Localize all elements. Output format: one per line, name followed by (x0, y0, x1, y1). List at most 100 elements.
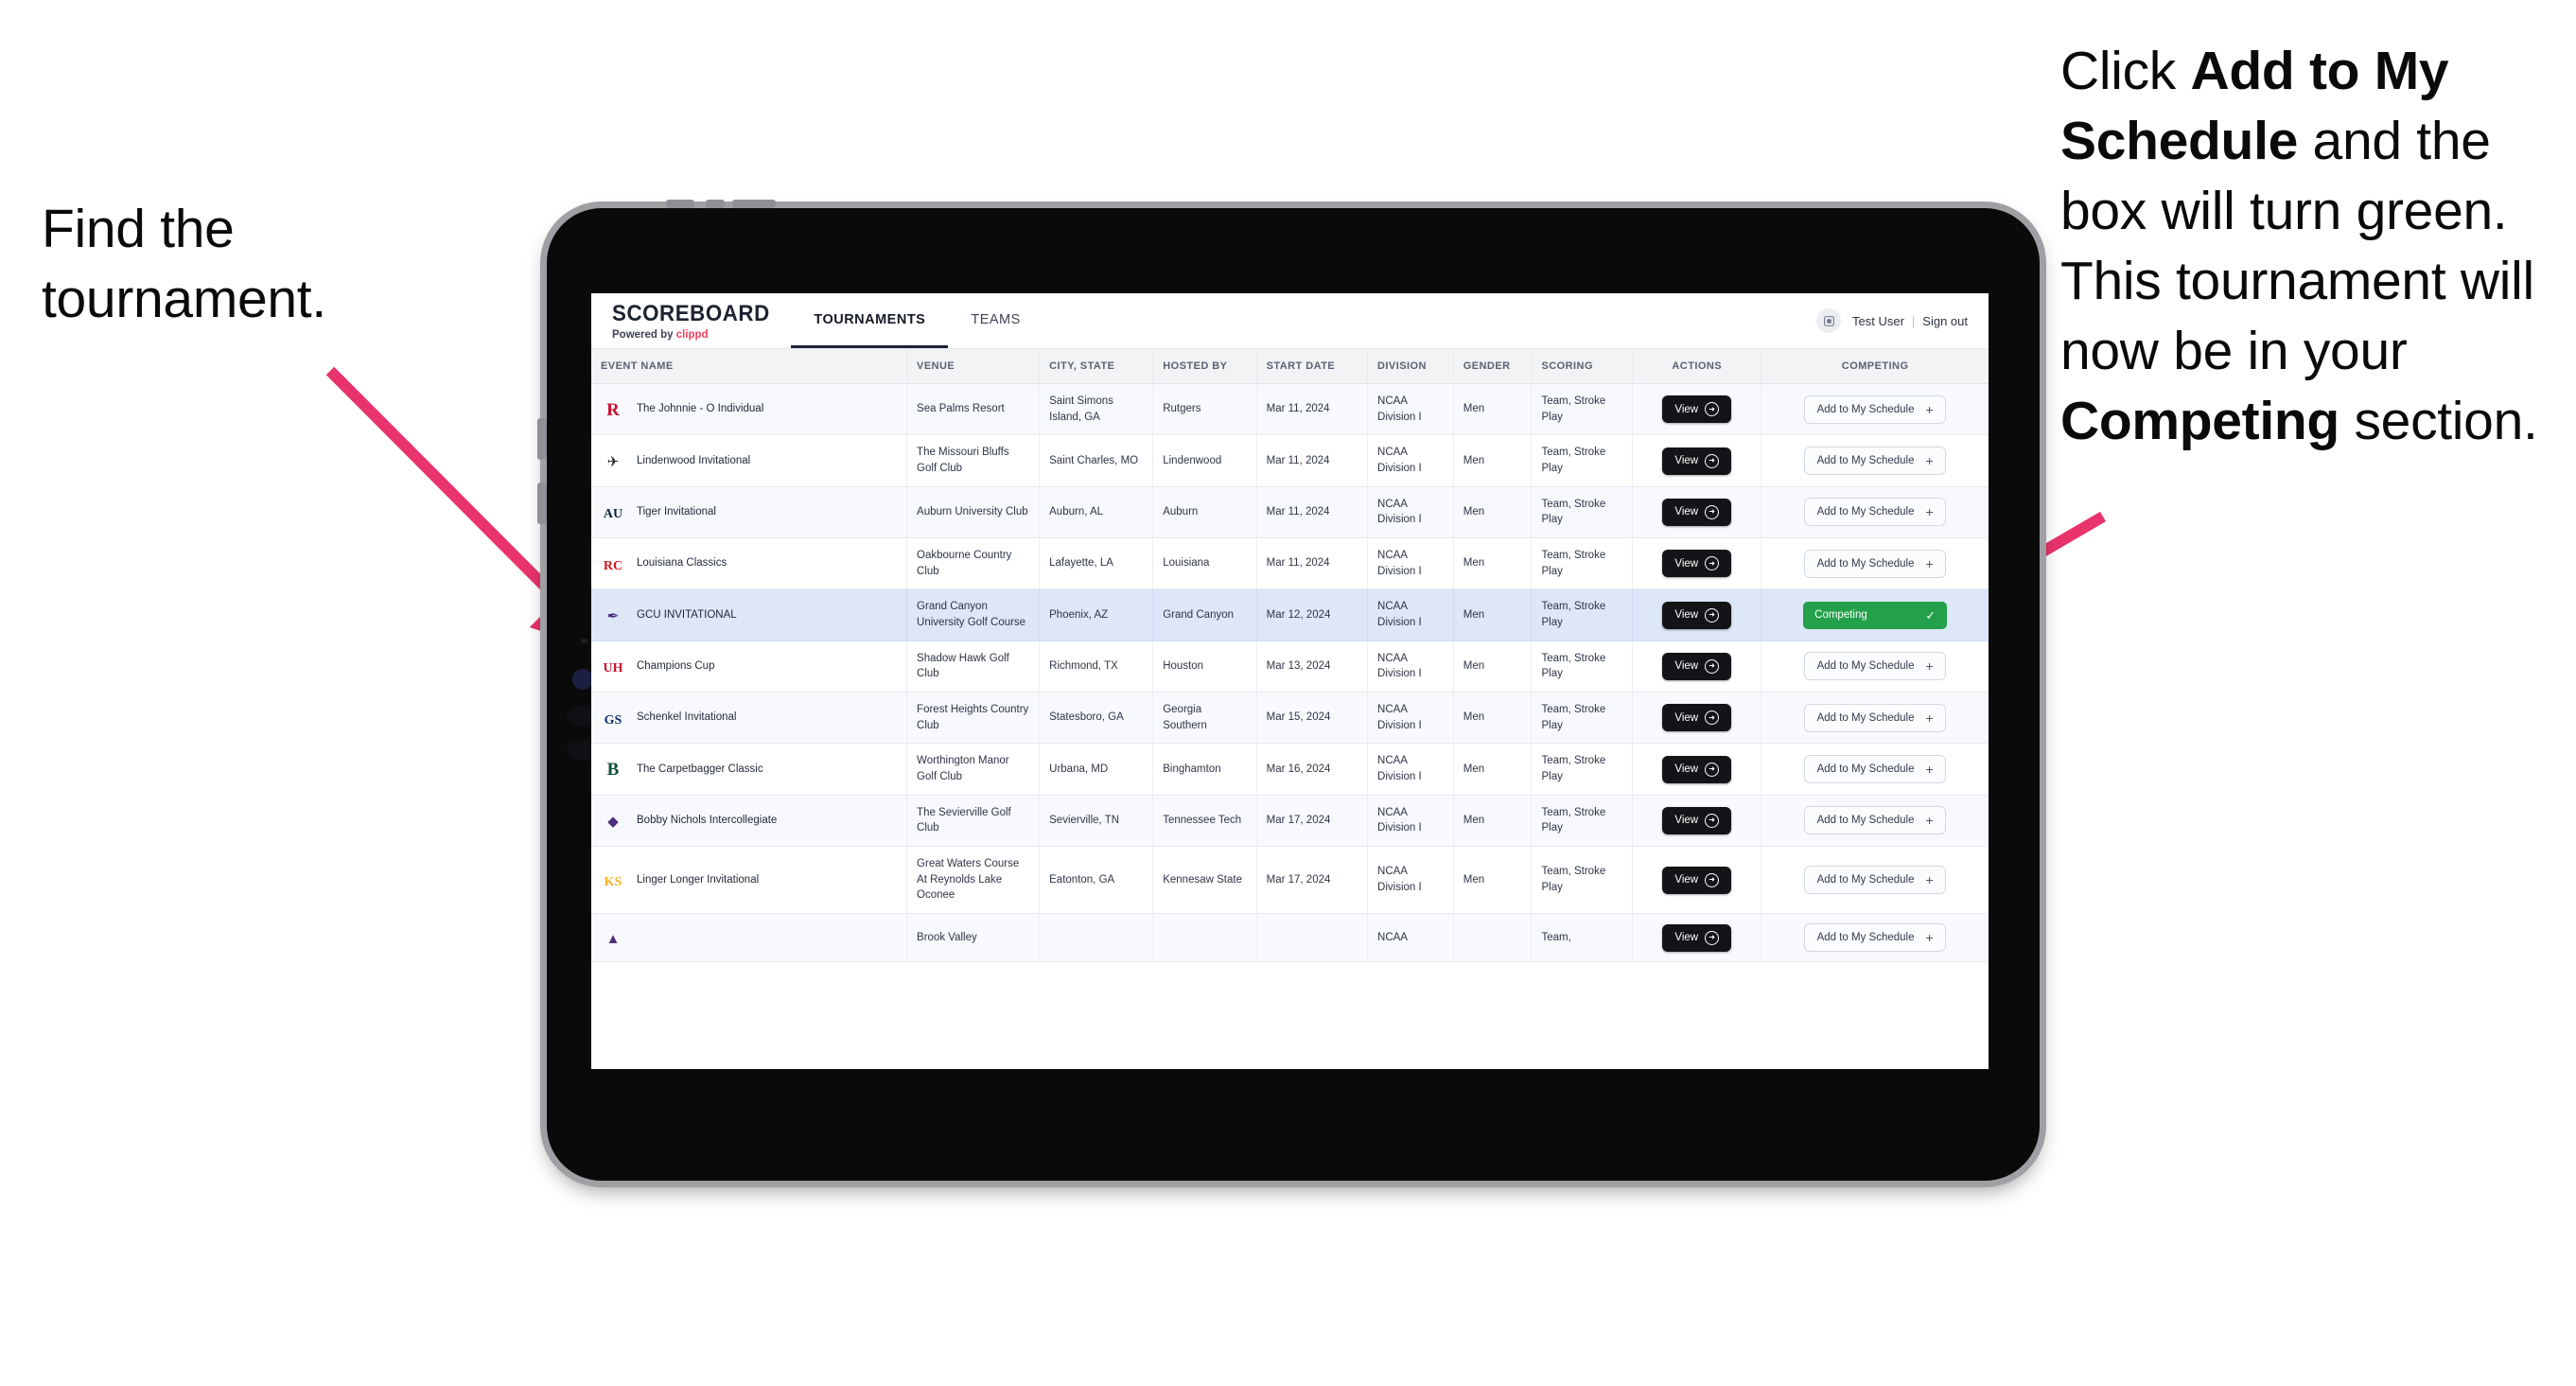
competing-button[interactable]: Competing ✓ (1803, 601, 1948, 629)
cell-start-date: Mar 17, 2024 (1256, 795, 1369, 848)
plus-icon: + (1925, 401, 1934, 417)
cell-actions: View ➜ (1632, 743, 1762, 796)
table-row[interactable]: ✒ GCU INVITATIONAL Grand Canyon University… (591, 588, 1989, 641)
column-header-hosted-by[interactable]: HOSTED BY (1152, 349, 1257, 384)
view-button[interactable]: View ➜ (1662, 704, 1732, 732)
arrow-right-circle-icon: ➜ (1705, 402, 1720, 417)
add-to-my-schedule-button[interactable]: Add to My Schedule + (1804, 866, 1947, 895)
cell-actions: View ➜ (1632, 692, 1762, 745)
cell-start-date: Mar 17, 2024 (1256, 846, 1369, 915)
tab-teams[interactable]: TEAMS (948, 293, 1043, 348)
column-header-division[interactable]: DIVISION (1367, 349, 1454, 384)
cell-start-date: Mar 11, 2024 (1256, 383, 1369, 436)
cell-competing: Add to My Schedule + (1761, 640, 1989, 693)
tennessee-tech-logo: ◆ (601, 808, 625, 833)
column-header-scoring[interactable]: SCORING (1531, 349, 1634, 384)
view-button[interactable]: View ➜ (1662, 755, 1732, 783)
view-button[interactable]: View ➜ (1662, 395, 1732, 424)
tablet-volume-down-button[interactable] (537, 482, 547, 524)
cell-event-name: B The Carpetbagger Classic (591, 743, 908, 796)
user-avatar-icon[interactable] (1816, 308, 1841, 333)
table-row[interactable]: UH Champions Cup Shadow Hawk Golf Club Rich… (591, 640, 1989, 693)
column-header-gender[interactable]: GENDER (1453, 349, 1533, 384)
arrow-right-circle-icon: ➜ (1705, 607, 1720, 623)
cell-competing: Add to My Schedule + (1761, 846, 1989, 915)
tab-tournaments[interactable]: TOURNAMENTS (791, 293, 949, 348)
arrow-right-circle-icon: ➜ (1705, 504, 1720, 519)
cell-actions: View ➜ (1632, 486, 1762, 539)
sign-out-link[interactable]: Sign out (1922, 314, 1968, 328)
brand-title: SCOREBOARD (612, 301, 770, 326)
arrow-right-circle-icon: ➜ (1705, 930, 1720, 945)
tablet-volume-up-button[interactable] (537, 418, 547, 460)
tablet-top-button-2[interactable] (706, 200, 725, 208)
column-header-venue[interactable]: VENUE (906, 349, 1041, 384)
arrow-right-circle-icon: ➜ (1705, 556, 1720, 571)
view-button[interactable]: View ➜ (1662, 601, 1732, 629)
view-button[interactable]: View ➜ (1662, 923, 1732, 952)
cell-gender: Men (1453, 795, 1533, 848)
view-button[interactable]: View ➜ (1662, 866, 1732, 894)
cell-city-state (1039, 913, 1154, 963)
tablet-top-button-1[interactable] (666, 200, 694, 208)
column-header-start-date[interactable]: START DATE (1256, 349, 1369, 384)
event-name-text: Louisiana Classics (637, 557, 727, 570)
table-row[interactable]: ▲ Brook Valley NCAA Team, View ➜ Add to My Sch… (591, 913, 1989, 963)
app-header: SCOREBOARD Powered by clippd TOURNAMENTS… (591, 293, 1989, 349)
cell-city-state: Saint Simons Island, GA (1039, 383, 1154, 436)
add-to-my-schedule-button[interactable]: Add to My Schedule + (1804, 923, 1947, 953)
table-row[interactable]: GS Schenkel Invitational Forest Heights Co… (591, 692, 1989, 745)
cell-hosted-by: Kennesaw State (1152, 846, 1257, 915)
event-name-text: The Carpetbagger Classic (637, 763, 763, 775)
annotation-add-to-schedule: Click Add to My Schedule and the box wil… (2060, 36, 2576, 457)
tournaments-table-container[interactable]: EVENT NAME VENUE CITY, STATE HOSTED BY START… (591, 349, 1989, 1069)
cell-actions: View ➜ (1632, 434, 1762, 487)
tablet-top-button-3[interactable] (732, 200, 776, 208)
cell-hosted-by: Tennessee Tech (1152, 795, 1257, 848)
svg-text:RC: RC (604, 559, 622, 573)
add-to-my-schedule-button[interactable]: Add to My Schedule + (1804, 806, 1947, 835)
add-to-my-schedule-button[interactable]: Add to My Schedule + (1804, 755, 1947, 784)
add-to-my-schedule-button[interactable]: Add to My Schedule + (1804, 549, 1947, 578)
add-button-label: Add to My Schedule (1816, 932, 1915, 944)
cell-scoring: Team, Stroke Play (1531, 588, 1634, 641)
brand-logo[interactable]: SCOREBOARD Powered by clippd (591, 293, 781, 348)
view-button[interactable]: View ➜ (1662, 550, 1732, 578)
add-to-my-schedule-button[interactable]: Add to My Schedule + (1804, 652, 1947, 681)
add-to-my-schedule-button[interactable]: Add to My Schedule + (1804, 703, 1947, 732)
view-button[interactable]: View ➜ (1662, 806, 1732, 834)
column-header-competing[interactable]: COMPETING (1761, 349, 1989, 384)
add-to-my-schedule-button[interactable]: Add to My Schedule + (1804, 447, 1947, 476)
check-icon: ✓ (1925, 607, 1936, 623)
cell-actions: View ➜ (1632, 913, 1762, 963)
view-button[interactable]: View ➜ (1662, 652, 1732, 680)
column-header-city-state[interactable]: CITY, STATE (1039, 349, 1154, 384)
table-row[interactable]: ◆ Bobby Nichols Intercollegiate The Sevier… (591, 795, 1989, 848)
cell-division: NCAA Division I (1367, 383, 1454, 436)
header-user-area: Test User | Sign out (1816, 293, 1989, 348)
cell-hosted-by: Binghamton (1152, 743, 1257, 796)
table-row[interactable]: AU Tiger Invitational Auburn University Cl… (591, 486, 1989, 539)
add-to-my-schedule-button[interactable]: Add to My Schedule + (1804, 395, 1947, 424)
column-header-actions[interactable]: ACTIONS (1632, 349, 1762, 384)
cell-competing: Add to My Schedule + (1761, 434, 1989, 487)
cell-event-name: ◆ Bobby Nichols Intercollegiate (591, 795, 908, 848)
cell-gender: Men (1453, 846, 1533, 915)
tablet-sensor-dot (581, 639, 587, 643)
view-button[interactable]: View ➜ (1662, 447, 1732, 475)
add-to-my-schedule-button[interactable]: Add to My Schedule + (1804, 498, 1947, 527)
table-row[interactable]: RC Louisiana Classics Oakbourne Country Cl… (591, 537, 1989, 590)
add-button-label: Add to My Schedule (1816, 403, 1915, 415)
column-header-event-name[interactable]: EVENT NAME (591, 349, 908, 384)
view-button-label: View (1674, 557, 1699, 570)
table-row[interactable]: ✈ Lindenwood Invitational The Missouri Blu… (591, 434, 1989, 487)
table-row[interactable]: B The Carpetbagger Classic Worthington Man… (591, 743, 1989, 796)
brand-subtitle-clippd: clippd (675, 329, 709, 341)
cell-event-name: UH Champions Cup (591, 640, 908, 693)
svg-text:B: B (607, 760, 620, 780)
cell-venue: The Missouri Bluffs Golf Club (906, 434, 1041, 487)
view-button[interactable]: View ➜ (1662, 498, 1732, 526)
table-row[interactable]: R The Johnnie - O Individual Sea Palms Res… (591, 383, 1989, 436)
table-row[interactable]: KS Linger Longer Invitational Great Waters… (591, 846, 1989, 915)
plus-icon: + (1925, 813, 1934, 829)
